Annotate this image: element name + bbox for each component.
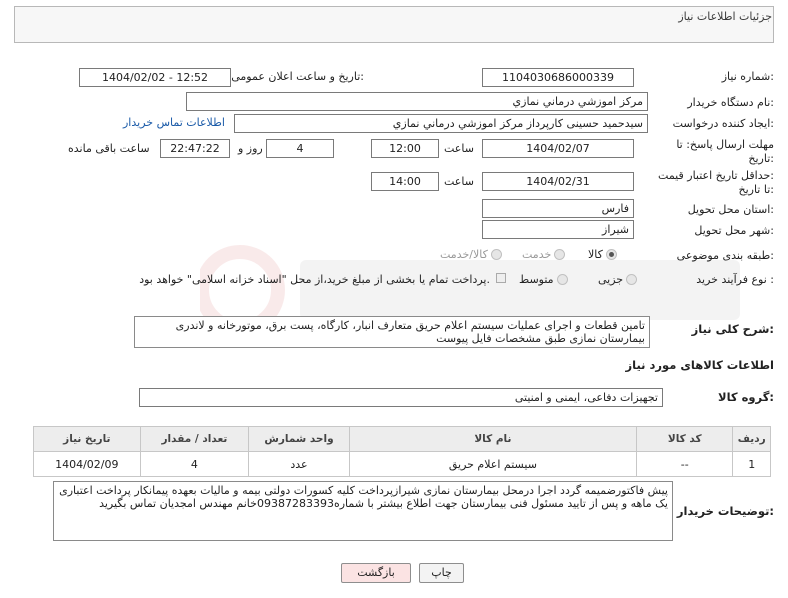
- creator-label: ایجاد کننده درخواست:: [672, 117, 774, 130]
- cell-code: --: [636, 451, 734, 477]
- reply-time-label: ساعت: [444, 142, 474, 155]
- col-date: تاریخ نیاز: [33, 426, 141, 452]
- table-row: 1 -- سیستم اعلام حریق عدد 4 1404/02/09: [33, 451, 771, 477]
- description-label: شرح کلی نیاز:: [691, 322, 774, 336]
- header-frame: [14, 6, 774, 43]
- process-label: نوع فرآیند خرید :: [696, 273, 774, 286]
- col-unit: واحد شمارش: [248, 426, 350, 452]
- page-title: جزئیات اطلاعات نیاز: [678, 10, 772, 23]
- price-date-field[interactable]: 1404/02/31: [482, 172, 634, 191]
- cell-row: 1: [732, 451, 771, 477]
- col-name: نام کالا: [348, 426, 638, 452]
- radio-icon: [605, 249, 617, 260]
- cell-name: سیستم اعلام حریق: [348, 451, 638, 477]
- price-time-label: ساعت: [444, 175, 474, 188]
- buyer-contact-link[interactable]: اطلاعات تماس خریدار: [123, 116, 225, 129]
- price-validity-label-2: تا تاریخ:: [738, 183, 774, 196]
- col-row: ردیف: [732, 426, 771, 452]
- process-option-medium[interactable]: متوسط: [519, 273, 568, 286]
- category-option-goods-service[interactable]: کالا/خدمت: [440, 248, 502, 261]
- announce-label: تاریخ و ساعت اعلان عمومی:: [231, 70, 364, 83]
- category-label: طبقه بندی موضوعی:: [676, 249, 774, 262]
- goods-group-label: گروه کالا:: [718, 390, 774, 404]
- col-qty: تعداد / مقدار: [139, 426, 250, 452]
- buyer-org-label: نام دستگاه خریدار:: [687, 96, 774, 109]
- province-label: استان محل تحویل:: [687, 203, 774, 216]
- price-validity-label-1: حداقل تاریخ اعتبار قیمت:: [658, 169, 774, 182]
- creator-field[interactable]: سیدحمید حسینی کارپرداز مرکز اموزشي درمان…: [234, 114, 648, 133]
- col-code: کد کالا: [636, 426, 734, 452]
- reply-date-field[interactable]: 1404/02/07: [482, 139, 634, 158]
- cell-date: 1404/02/09: [33, 451, 141, 477]
- remaining-time-field[interactable]: 22:47:22: [160, 139, 230, 158]
- goods-table: ردیف کد کالا نام کالا واحد شمارش تعداد /…: [33, 426, 771, 477]
- buyer-notes-textarea[interactable]: پیش فاکتورضمیمه گردد اجرا درمحل بیمارستا…: [53, 481, 673, 541]
- goods-group-field[interactable]: تجهیزات دفاعی، ایمنی و امنیتی: [139, 388, 663, 407]
- days-label: روز و: [238, 142, 263, 155]
- cell-qty: 4: [139, 451, 250, 477]
- need-number-label: شماره نیاز:: [721, 70, 774, 83]
- city-label: شهر محل تحویل:: [694, 224, 774, 237]
- category-option-service[interactable]: خدمت: [522, 248, 566, 261]
- treasury-payment-checkbox[interactable]: [496, 273, 506, 283]
- radio-icon: [490, 249, 502, 260]
- buyer-org-field[interactable]: مرکز اموزشي درماني نمازي: [186, 92, 648, 111]
- price-time-field[interactable]: 14:00: [371, 172, 439, 191]
- city-field[interactable]: شیراز: [482, 220, 634, 239]
- print-button[interactable]: چاپ: [419, 563, 464, 583]
- radio-icon: [554, 249, 566, 260]
- radio-icon: [556, 274, 568, 285]
- process-option-minor[interactable]: جزیی: [598, 273, 638, 286]
- reply-time-field[interactable]: 12:00: [371, 139, 439, 158]
- remaining-time-label: ساعت باقی مانده: [68, 142, 150, 155]
- treasury-payment-note: پرداخت تمام یا بخشی از مبلغ خرید،از محل …: [139, 273, 490, 286]
- reply-deadline-label-2: تاریخ:: [748, 152, 774, 165]
- goods-section-title: اطلاعات کالاهای مورد نیاز: [625, 358, 774, 372]
- radio-icon: [626, 274, 638, 285]
- back-button[interactable]: بازگشت: [341, 563, 411, 583]
- goods-table-header: ردیف کد کالا نام کالا واحد شمارش تعداد /…: [33, 426, 771, 452]
- buyer-notes-label: توضیحات خریدار:: [676, 504, 774, 518]
- description-textarea[interactable]: تامین قطعات و اجرای عملیات سیستم اعلام ح…: [134, 316, 650, 348]
- reply-deadline-label-1: مهلت ارسال پاسخ: تا: [676, 138, 774, 151]
- cell-unit: عدد: [248, 451, 350, 477]
- category-option-goods[interactable]: کالا: [588, 248, 617, 261]
- announce-field[interactable]: 1404/02/02 - 12:52: [79, 68, 231, 87]
- days-field[interactable]: 4: [266, 139, 334, 158]
- province-field[interactable]: فارس: [482, 199, 634, 218]
- need-number-field[interactable]: 1104030686000339: [482, 68, 634, 87]
